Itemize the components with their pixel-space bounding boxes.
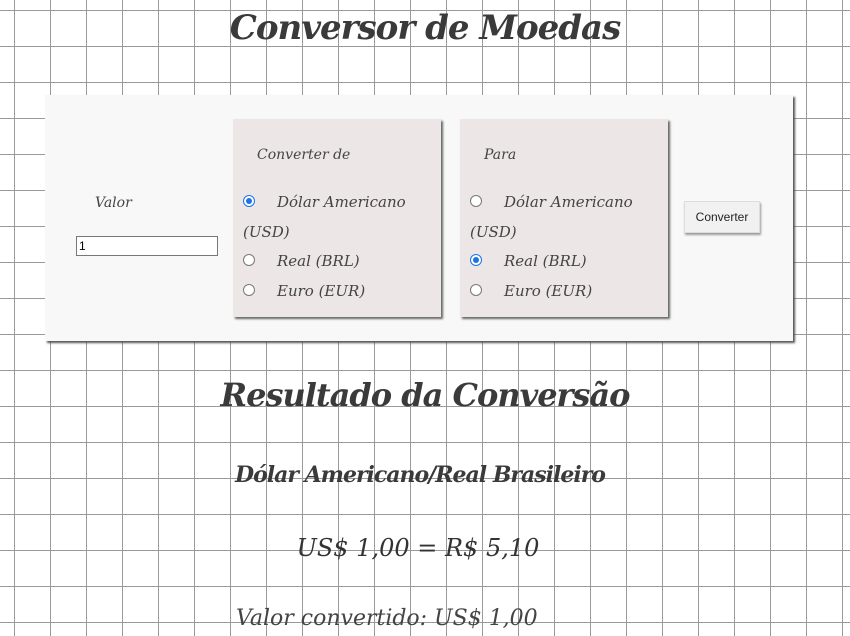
from-option-brl[interactable]: Real (BRL) [243,246,413,276]
to-option-usd[interactable]: Dólar Americano (USD) [470,187,640,247]
converter-form: Valor Converter de Dólar Americano (USD)… [45,95,793,341]
from-option-usd[interactable]: Dólar Americano (USD) [243,187,413,247]
to-radio-usd[interactable] [470,195,482,207]
exchange-rate: US$ 1,00 = R$ 5,10 [296,534,540,562]
from-option-brl-label: Real (BRL) [277,252,360,270]
convert-button[interactable]: Converter [684,201,760,233]
from-radio-usd[interactable] [243,195,255,207]
valor-label: Valor [95,195,132,211]
currency-pair: Dólar Americano/Real Brasileiro [235,462,606,488]
to-currency-group: Para Dólar Americano (USD) Real (BRL) Eu… [460,119,668,317]
from-option-eur[interactable]: Euro (EUR) [243,276,413,306]
to-legend: Para [484,147,517,163]
from-currency-group: Converter de Dólar Americano (USD) Real … [233,119,441,317]
page-title: Conversor de Moedas [229,8,621,48]
from-legend: Converter de [257,147,351,163]
to-radio-brl[interactable] [470,254,482,266]
to-option-brl[interactable]: Real (BRL) [470,246,640,276]
to-option-eur-label: Euro (EUR) [504,282,593,300]
converted-value: Valor convertido: US$ 1,00 [236,606,538,631]
from-option-eur-label: Euro (EUR) [277,282,366,300]
to-option-eur[interactable]: Euro (EUR) [470,276,640,306]
to-radio-eur[interactable] [470,284,482,296]
result-title: Resultado da Conversão [220,376,631,414]
to-option-brl-label: Real (BRL) [504,252,587,270]
from-option-usd-label: Dólar Americano (USD) [243,193,406,241]
from-radio-eur[interactable] [243,284,255,296]
to-option-usd-label: Dólar Americano (USD) [470,193,633,241]
from-radio-brl[interactable] [243,254,255,266]
valor-input[interactable] [76,236,218,256]
